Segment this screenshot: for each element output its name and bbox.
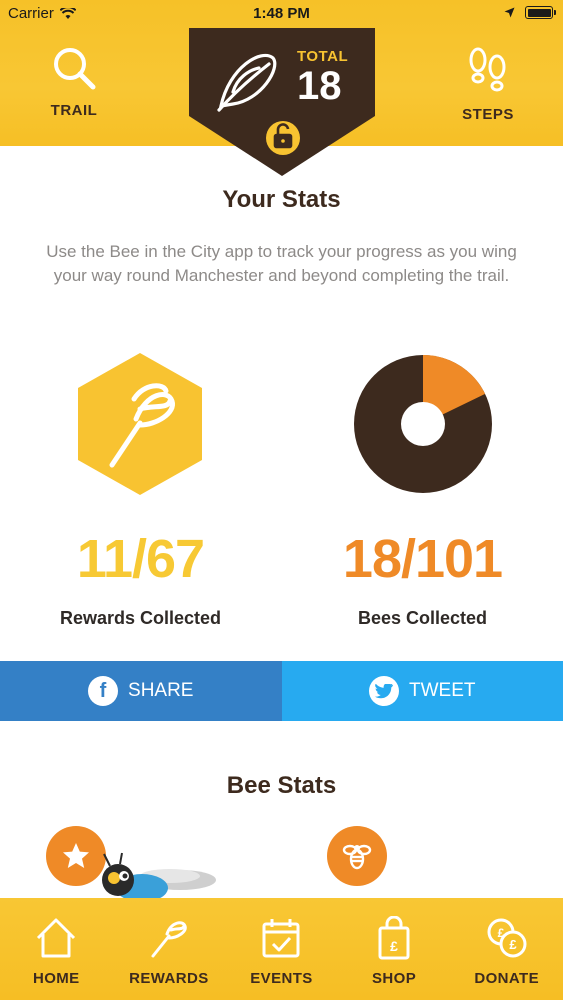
facebook-share-label: SHARE — [128, 680, 194, 701]
tab-rewards[interactable]: REWARDS — [113, 898, 226, 1000]
shop-icon: £ — [378, 916, 410, 960]
status-time: 1:48 PM — [253, 5, 310, 22]
facebook-share-button[interactable]: f SHARE — [0, 661, 282, 721]
battery-icon — [525, 6, 556, 19]
bee-stats-title: Bee Stats — [226, 772, 337, 799]
rewards-label: Rewards Collected — [59, 608, 222, 628]
rewards-hexagon-icon — [78, 353, 202, 495]
svg-text:£: £ — [497, 926, 504, 940]
tab-events[interactable]: EVENTS — [225, 898, 338, 1000]
share-row: f SHARE TWEET — [0, 661, 563, 721]
steps-label: STEPS — [462, 106, 514, 123]
tab-donate-label: DONATE — [474, 970, 539, 987]
home-icon — [37, 918, 76, 958]
status-right — [504, 6, 556, 19]
bees-donut-chart — [354, 355, 492, 493]
bee-icon — [342, 844, 372, 870]
bees-value: 18/101 — [342, 529, 503, 589]
twitter-share-button[interactable]: TWEET — [281, 661, 563, 721]
stats-intro: Use the Bee in the City app to track you… — [46, 242, 517, 285]
status-bar: Carrier 1:48 PM — [0, 0, 563, 28]
svg-text:£: £ — [509, 937, 517, 952]
rewards-value: 11/67 — [76, 529, 205, 589]
location-arrow-icon — [504, 7, 515, 18]
tab-bar: HOME REWARDS EVENTS £ SHOP £ £ DONATE — [0, 898, 563, 1000]
total-badge[interactable]: TOTAL 18 — [189, 28, 375, 176]
bees-label: Bees Collected — [357, 608, 488, 628]
trail-label: TRAIL — [50, 102, 98, 119]
your-stats-title: Your Stats — [222, 186, 341, 213]
tab-home-label: HOME — [32, 970, 80, 987]
footsteps-icon — [469, 47, 506, 92]
trail-button[interactable]: TRAIL — [24, 45, 124, 119]
tab-events-label: EVENTS — [250, 970, 313, 987]
bee-stats-icons — [0, 826, 563, 902]
app-header: Carrier 1:48 PM TRAIL STEPS TOTAL 18 — [0, 0, 563, 176]
twitter-share-label: TWEET — [409, 680, 476, 701]
star-icon — [63, 843, 89, 868]
tab-home[interactable]: HOME — [0, 898, 113, 1000]
search-icon — [54, 48, 96, 90]
rewards-icon — [151, 921, 187, 958]
facebook-icon: f — [88, 676, 119, 706]
bee-sculpture-image — [102, 852, 216, 902]
steps-button[interactable]: STEPS — [438, 45, 538, 123]
total-value: 18 — [297, 64, 342, 108]
tab-donate[interactable]: £ £ DONATE — [450, 898, 563, 1000]
tab-shop[interactable]: £ SHOP — [338, 898, 451, 1000]
donut-hole — [401, 402, 445, 446]
svg-text:£: £ — [390, 938, 398, 954]
tab-rewards-label: REWARDS — [129, 970, 209, 987]
donate-icon: £ £ — [487, 918, 527, 958]
bee-stats-button[interactable] — [327, 826, 387, 886]
tab-shop-label: SHOP — [372, 970, 417, 987]
events-icon — [262, 919, 300, 958]
favourite-bees-button[interactable] — [46, 826, 106, 886]
twitter-icon — [369, 676, 399, 706]
total-label: TOTAL — [297, 48, 349, 65]
